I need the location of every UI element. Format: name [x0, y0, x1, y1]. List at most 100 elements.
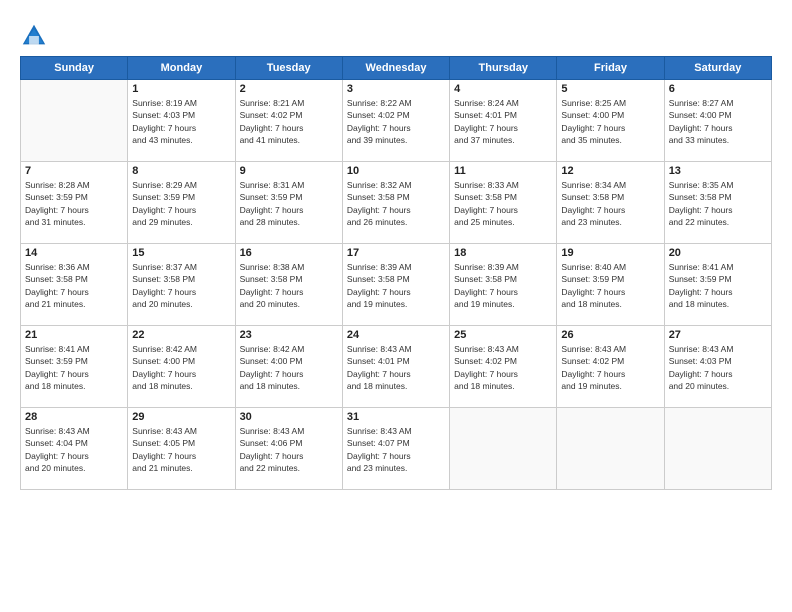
logo-icon	[20, 22, 48, 50]
day-number: 6	[669, 83, 767, 95]
logo	[20, 22, 52, 50]
day-info: Sunrise: 8:37 AM Sunset: 3:58 PM Dayligh…	[132, 261, 230, 310]
calendar-cell	[21, 80, 128, 162]
day-info: Sunrise: 8:43 AM Sunset: 4:01 PM Dayligh…	[347, 343, 445, 392]
day-number: 19	[561, 247, 659, 259]
weekday-header-sunday: Sunday	[21, 57, 128, 80]
calendar-cell: 24 Sunrise: 8:43 AM Sunset: 4:01 PM Dayli…	[342, 326, 449, 408]
day-info: Sunrise: 8:39 AM Sunset: 3:58 PM Dayligh…	[347, 261, 445, 310]
day-info: Sunrise: 8:31 AM Sunset: 3:59 PM Dayligh…	[240, 179, 338, 228]
calendar-cell: 17 Sunrise: 8:39 AM Sunset: 3:58 PM Dayli…	[342, 244, 449, 326]
weekday-header-thursday: Thursday	[450, 57, 557, 80]
day-number: 31	[347, 411, 445, 423]
day-number: 27	[669, 329, 767, 341]
day-number: 8	[132, 165, 230, 177]
day-info: Sunrise: 8:42 AM Sunset: 4:00 PM Dayligh…	[240, 343, 338, 392]
day-number: 17	[347, 247, 445, 259]
calendar-body: 1 Sunrise: 8:19 AM Sunset: 4:03 PM Daylig…	[21, 80, 772, 490]
day-info: Sunrise: 8:43 AM Sunset: 4:03 PM Dayligh…	[669, 343, 767, 392]
calendar-cell	[557, 408, 664, 490]
day-info: Sunrise: 8:43 AM Sunset: 4:04 PM Dayligh…	[25, 425, 123, 474]
day-number: 25	[454, 329, 552, 341]
day-number: 20	[669, 247, 767, 259]
weekday-header-wednesday: Wednesday	[342, 57, 449, 80]
day-number: 21	[25, 329, 123, 341]
day-info: Sunrise: 8:38 AM Sunset: 3:58 PM Dayligh…	[240, 261, 338, 310]
calendar-week-row: 7Sunrise: 8:28 AM Sunset: 3:59 PM Daylig…	[21, 162, 772, 244]
calendar-cell: 6Sunrise: 8:27 AM Sunset: 4:00 PM Daylig…	[664, 80, 771, 162]
calendar-cell: 1 Sunrise: 8:19 AM Sunset: 4:03 PM Daylig…	[128, 80, 235, 162]
calendar-cell: 27 Sunrise: 8:43 AM Sunset: 4:03 PM Dayli…	[664, 326, 771, 408]
day-info: Sunrise: 8:24 AM Sunset: 4:01 PM Dayligh…	[454, 97, 552, 146]
weekday-header-saturday: Saturday	[664, 57, 771, 80]
day-number: 15	[132, 247, 230, 259]
calendar-cell	[450, 408, 557, 490]
day-info: Sunrise: 8:43 AM Sunset: 4:02 PM Dayligh…	[561, 343, 659, 392]
calendar-week-row: 1 Sunrise: 8:19 AM Sunset: 4:03 PM Daylig…	[21, 80, 772, 162]
day-info: Sunrise: 8:43 AM Sunset: 4:05 PM Dayligh…	[132, 425, 230, 474]
day-number: 1	[132, 83, 230, 95]
calendar-header: SundayMondayTuesdayWednesdayThursdayFrid…	[21, 57, 772, 80]
calendar-cell: 3Sunrise: 8:22 AM Sunset: 4:02 PM Daylig…	[342, 80, 449, 162]
calendar-cell: 9 Sunrise: 8:31 AM Sunset: 3:59 PM Daylig…	[235, 162, 342, 244]
day-number: 4	[454, 83, 552, 95]
day-info: Sunrise: 8:25 AM Sunset: 4:00 PM Dayligh…	[561, 97, 659, 146]
day-number: 9	[240, 165, 338, 177]
day-info: Sunrise: 8:43 AM Sunset: 4:07 PM Dayligh…	[347, 425, 445, 474]
day-number: 18	[454, 247, 552, 259]
day-number: 3	[347, 83, 445, 95]
calendar-cell: 11 Sunrise: 8:33 AM Sunset: 3:58 PM Dayli…	[450, 162, 557, 244]
calendar-cell: 16 Sunrise: 8:38 AM Sunset: 3:58 PM Dayli…	[235, 244, 342, 326]
day-number: 12	[561, 165, 659, 177]
day-info: Sunrise: 8:43 AM Sunset: 4:02 PM Dayligh…	[454, 343, 552, 392]
calendar-cell: 12 Sunrise: 8:34 AM Sunset: 3:58 PM Dayli…	[557, 162, 664, 244]
header	[20, 18, 772, 50]
day-number: 24	[347, 329, 445, 341]
day-info: Sunrise: 8:43 AM Sunset: 4:06 PM Dayligh…	[240, 425, 338, 474]
calendar-cell: 15 Sunrise: 8:37 AM Sunset: 3:58 PM Dayli…	[128, 244, 235, 326]
calendar-cell: 5 Sunrise: 8:25 AM Sunset: 4:00 PM Daylig…	[557, 80, 664, 162]
day-number: 11	[454, 165, 552, 177]
day-info: Sunrise: 8:35 AM Sunset: 3:58 PM Dayligh…	[669, 179, 767, 228]
calendar-cell: 31 Sunrise: 8:43 AM Sunset: 4:07 PM Dayli…	[342, 408, 449, 490]
weekday-header-friday: Friday	[557, 57, 664, 80]
calendar-cell: 18Sunrise: 8:39 AM Sunset: 3:58 PM Dayli…	[450, 244, 557, 326]
day-info: Sunrise: 8:41 AM Sunset: 3:59 PM Dayligh…	[669, 261, 767, 310]
calendar-cell: 21 Sunrise: 8:41 AM Sunset: 3:59 PM Dayli…	[21, 326, 128, 408]
weekday-header-row: SundayMondayTuesdayWednesdayThursdayFrid…	[21, 57, 772, 80]
day-number: 5	[561, 83, 659, 95]
day-number: 16	[240, 247, 338, 259]
day-info: Sunrise: 8:33 AM Sunset: 3:58 PM Dayligh…	[454, 179, 552, 228]
day-info: Sunrise: 8:34 AM Sunset: 3:58 PM Dayligh…	[561, 179, 659, 228]
calendar-cell: 23Sunrise: 8:42 AM Sunset: 4:00 PM Dayli…	[235, 326, 342, 408]
day-number: 13	[669, 165, 767, 177]
calendar-cell	[664, 408, 771, 490]
calendar-week-row: 14Sunrise: 8:36 AM Sunset: 3:58 PM Dayli…	[21, 244, 772, 326]
calendar-cell: 8 Sunrise: 8:29 AM Sunset: 3:59 PM Daylig…	[128, 162, 235, 244]
calendar-cell: 19 Sunrise: 8:40 AM Sunset: 3:59 PM Dayli…	[557, 244, 664, 326]
day-info: Sunrise: 8:19 AM Sunset: 4:03 PM Dayligh…	[132, 97, 230, 146]
weekday-header-monday: Monday	[128, 57, 235, 80]
day-info: Sunrise: 8:40 AM Sunset: 3:59 PM Dayligh…	[561, 261, 659, 310]
calendar-cell: 30 Sunrise: 8:43 AM Sunset: 4:06 PM Dayli…	[235, 408, 342, 490]
calendar-cell: 14Sunrise: 8:36 AM Sunset: 3:58 PM Dayli…	[21, 244, 128, 326]
calendar-cell: 22Sunrise: 8:42 AM Sunset: 4:00 PM Dayli…	[128, 326, 235, 408]
calendar-cell: 7Sunrise: 8:28 AM Sunset: 3:59 PM Daylig…	[21, 162, 128, 244]
day-number: 7	[25, 165, 123, 177]
day-info: Sunrise: 8:36 AM Sunset: 3:58 PM Dayligh…	[25, 261, 123, 310]
calendar-week-row: 28 Sunrise: 8:43 AM Sunset: 4:04 PM Dayli…	[21, 408, 772, 490]
day-number: 28	[25, 411, 123, 423]
day-info: Sunrise: 8:32 AM Sunset: 3:58 PM Dayligh…	[347, 179, 445, 228]
day-info: Sunrise: 8:21 AM Sunset: 4:02 PM Dayligh…	[240, 97, 338, 146]
day-number: 30	[240, 411, 338, 423]
calendar-cell: 26 Sunrise: 8:43 AM Sunset: 4:02 PM Dayli…	[557, 326, 664, 408]
day-number: 26	[561, 329, 659, 341]
calendar-cell: 2Sunrise: 8:21 AM Sunset: 4:02 PM Daylig…	[235, 80, 342, 162]
calendar-cell: 28 Sunrise: 8:43 AM Sunset: 4:04 PM Dayli…	[21, 408, 128, 490]
calendar-cell: 4 Sunrise: 8:24 AM Sunset: 4:01 PM Daylig…	[450, 80, 557, 162]
day-info: Sunrise: 8:29 AM Sunset: 3:59 PM Dayligh…	[132, 179, 230, 228]
calendar-cell: 13 Sunrise: 8:35 AM Sunset: 3:58 PM Dayli…	[664, 162, 771, 244]
calendar-cell: 20 Sunrise: 8:41 AM Sunset: 3:59 PM Dayli…	[664, 244, 771, 326]
day-info: Sunrise: 8:41 AM Sunset: 3:59 PM Dayligh…	[25, 343, 123, 392]
calendar-cell: 29Sunrise: 8:43 AM Sunset: 4:05 PM Dayli…	[128, 408, 235, 490]
